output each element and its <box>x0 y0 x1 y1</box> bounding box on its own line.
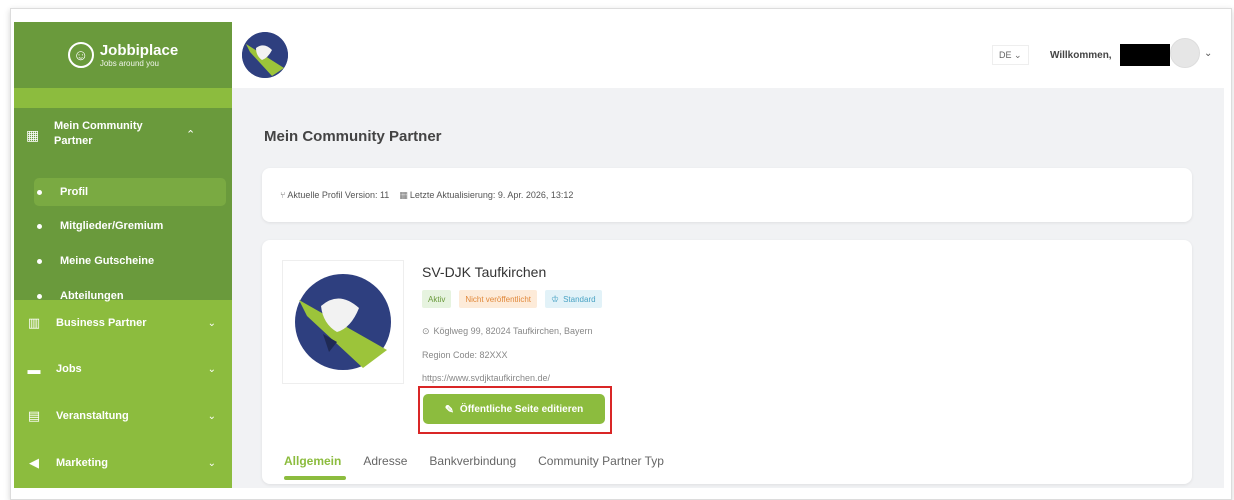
language-select[interactable]: DE ⌄ <box>992 45 1029 65</box>
status-badge-unpublished: Nicht veröffentlicht <box>459 290 538 308</box>
tab-adresse[interactable]: Adresse <box>363 454 407 468</box>
branch-icon: ⑂ <box>280 190 286 200</box>
sidebar-item-gutscheine[interactable]: Meine Gutscheine <box>34 247 226 275</box>
sidebar-item-marketing[interactable]: ◀ Marketing ⌄ <box>14 444 232 482</box>
trophy-icon: ♔ <box>551 293 560 304</box>
sidebar-group-header[interactable]: ▦ Mein Community Partner ⌃ <box>14 114 232 154</box>
profile-version: Aktuelle Profil Version: 11 <box>287 190 390 200</box>
sidebar-item-business-partner[interactable]: ▥ Business Partner ⌄ <box>14 304 232 342</box>
club-name: SV-DJK Taufkirchen <box>422 264 547 280</box>
briefcase-icon: ▬ <box>27 361 41 377</box>
website-link[interactable]: https://www.svdjktaufkirchen.de/ <box>422 373 550 383</box>
profile-tabs: Allgemein Adresse Bankverbindung Communi… <box>284 454 664 468</box>
address-line: ⊙ Köglweg 99, 82024 Taufkirchen, Bayern <box>422 326 593 336</box>
last-update: Letzte Aktualisierung: 9. Apr. 2026, 13:… <box>409 189 574 200</box>
version-info-card: ⑂ Aktuelle Profil Version: 11 ▦ Letzte Akt… <box>262 168 1192 222</box>
active-tab-indicator <box>284 476 346 480</box>
bullet-icon <box>37 258 42 264</box>
sidebar-item-profil[interactable]: Profil <box>34 178 226 206</box>
buildings-icon: ▦ <box>26 127 40 143</box>
tab-bankverbindung[interactable]: Bankverbindung <box>429 454 516 468</box>
bullet-icon <box>37 293 42 299</box>
status-badge-active: Aktiv <box>422 290 452 308</box>
brand-logo[interactable]: ☺ Jobbiplace Jobs around you <box>14 22 232 88</box>
brand-title: Jobbiplace <box>99 41 179 59</box>
chevron-down-icon: ⌄ <box>207 317 216 329</box>
calendar-icon: ▤ <box>27 408 41 423</box>
chevron-down-icon[interactable]: ⌄ <box>1204 48 1212 59</box>
megaphone-icon: ◀ <box>29 455 39 470</box>
top-header: DE ⌄ Willkommen, ⌄ <box>232 22 1224 88</box>
welcome-text: Willkommen, <box>1050 50 1112 61</box>
tab-community-partner-typ[interactable]: Community Partner Typ <box>538 454 664 468</box>
chevron-down-icon: ⌄ <box>207 363 216 375</box>
bullet-icon <box>37 189 42 195</box>
main-content: Mein Community Partner ⑂ Aktuelle Profil … <box>232 88 1224 488</box>
calendar-icon: ▦ <box>399 189 408 200</box>
chevron-down-icon: ⌄ <box>207 457 216 469</box>
sidebar-group-label: Mein Community Partner <box>54 120 143 147</box>
sidebar-item-mitglieder[interactable]: Mitglieder/Gremium <box>34 212 226 240</box>
club-avatar[interactable] <box>242 32 288 78</box>
status-badges: Aktiv Nicht veröffentlicht ♔ Standard <box>422 290 602 308</box>
region-code: Region Code: 82XXX <box>422 350 508 360</box>
sidebar-item-veranstaltung[interactable]: ▤ Veranstaltung ⌄ <box>14 397 232 435</box>
redacted-username <box>1120 44 1170 66</box>
chevron-down-icon: ⌄ <box>207 410 216 422</box>
map-pin-icon: ⊙ <box>422 326 430 336</box>
edit-public-page-button[interactable]: ✎ Öffentliche Seite editieren <box>423 394 605 424</box>
profile-card: SV-DJK Taufkirchen Aktiv Nicht veröffent… <box>262 240 1192 484</box>
brand-icon: ☺ <box>67 42 94 68</box>
club-logo <box>282 260 404 384</box>
sidebar-group-community-partner: ▦ Mein Community Partner ⌃ Profil Mitgli… <box>14 108 232 302</box>
page-title: Mein Community Partner <box>264 128 442 145</box>
bullet-icon <box>37 223 42 229</box>
tab-allgemein[interactable]: Allgemein <box>284 454 341 468</box>
status-badge-standard: ♔ Standard <box>545 290 602 308</box>
chevron-up-icon: ⌃ <box>186 128 196 141</box>
brand-subtitle: Jobs around you <box>99 58 159 68</box>
edit-icon: ✎ <box>444 403 454 416</box>
user-avatar[interactable] <box>1170 38 1200 68</box>
sidebar-item-jobs[interactable]: ▬ Jobs ⌄ <box>14 350 232 388</box>
sidebar: ☺ Jobbiplace Jobs around you ▦ Mein Comm… <box>14 22 232 488</box>
building-icon: ▥ <box>27 315 41 330</box>
